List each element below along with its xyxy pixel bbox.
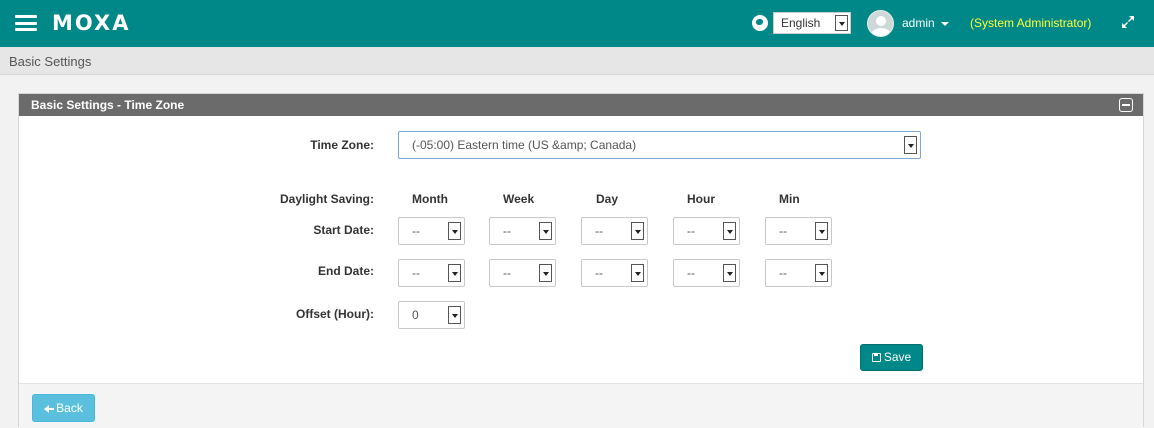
chevron-down-icon [448, 264, 461, 282]
panel-header: Basic Settings - Time Zone [19, 94, 1143, 116]
column-min: Min [779, 192, 800, 206]
daylight-saving-label: Daylight Saving: [279, 192, 374, 206]
start-date-label: Start Date: [313, 223, 374, 237]
chevron-down-icon [631, 222, 644, 240]
time-zone-label: Time Zone: [310, 138, 374, 152]
column-month: Month [412, 192, 448, 206]
end-min-value: -- [779, 266, 787, 280]
user-avatar-icon[interactable] [867, 10, 894, 37]
panel-title: Basic Settings - Time Zone [31, 98, 185, 112]
start-month-value: -- [412, 224, 420, 238]
column-week: Week [503, 192, 535, 206]
offset-label: Offset (Hour): [296, 307, 374, 321]
start-month-select[interactable]: -- [398, 217, 465, 245]
caret-down-icon[interactable] [941, 22, 949, 26]
globe-icon [752, 15, 768, 31]
moxa-logo: MOXA [52, 11, 131, 35]
chevron-down-icon [904, 136, 917, 154]
menu-icon[interactable] [15, 15, 37, 31]
top-navbar: MOXA English admin (System Administrator… [0, 0, 1154, 47]
start-min-value: -- [779, 224, 787, 238]
save-button-label: Save [883, 350, 912, 364]
language-value: English [781, 16, 821, 30]
time-zone-value: (-05:00) Eastern time (US &amp; Canada) [412, 138, 637, 152]
chevron-down-icon [835, 15, 848, 31]
start-week-select[interactable]: -- [489, 217, 556, 245]
panel-footer: Back [19, 383, 1143, 428]
chevron-down-icon [448, 306, 461, 324]
user-menu[interactable]: admin [902, 16, 935, 30]
start-week-value: -- [503, 224, 511, 238]
end-hour-value: -- [687, 266, 695, 280]
start-day-select[interactable]: -- [581, 217, 648, 245]
chevron-down-icon [723, 264, 736, 282]
chevron-down-icon [631, 264, 644, 282]
start-min-select[interactable]: -- [765, 217, 832, 245]
breadcrumb: Basic Settings [9, 54, 92, 69]
user-role: (System Administrator) [970, 16, 1092, 30]
end-week-value: -- [503, 266, 511, 280]
start-day-value: -- [595, 224, 603, 238]
save-button[interactable]: Save [860, 344, 923, 371]
start-hour-select[interactable]: -- [673, 217, 740, 245]
end-day-select[interactable]: -- [581, 259, 648, 287]
time-zone-select[interactable]: (-05:00) Eastern time (US &amp; Canada) [398, 131, 921, 159]
offset-select[interactable]: 0 [398, 301, 465, 329]
breadcrumb-bar: Basic Settings [0, 47, 1154, 75]
chevron-down-icon [448, 222, 461, 240]
offset-value: 0 [412, 308, 419, 322]
chevron-down-icon [539, 264, 552, 282]
column-day: Day [596, 192, 619, 206]
floppy-disk-icon [871, 353, 881, 362]
chevron-down-icon [815, 222, 828, 240]
end-month-value: -- [412, 266, 420, 280]
language-select[interactable]: English [773, 12, 851, 34]
end-week-select[interactable]: -- [489, 259, 556, 287]
start-hour-value: -- [687, 224, 695, 238]
arrow-left-icon [44, 404, 55, 413]
chevron-down-icon [539, 222, 552, 240]
end-min-select[interactable]: -- [765, 259, 832, 287]
back-button[interactable]: Back [32, 394, 95, 422]
end-hour-select[interactable]: -- [673, 259, 740, 287]
chevron-down-icon [723, 222, 736, 240]
end-month-select[interactable]: -- [398, 259, 465, 287]
back-button-label: Back [56, 401, 83, 415]
end-day-value: -- [595, 266, 603, 280]
chevron-down-icon [815, 264, 828, 282]
end-date-label: End Date: [317, 264, 374, 278]
column-hour: Hour [687, 192, 715, 206]
time-zone-panel: Basic Settings - Time Zone Time Zone: (-… [18, 93, 1144, 428]
expand-icon[interactable] [1120, 14, 1136, 30]
collapse-icon[interactable] [1119, 98, 1133, 112]
